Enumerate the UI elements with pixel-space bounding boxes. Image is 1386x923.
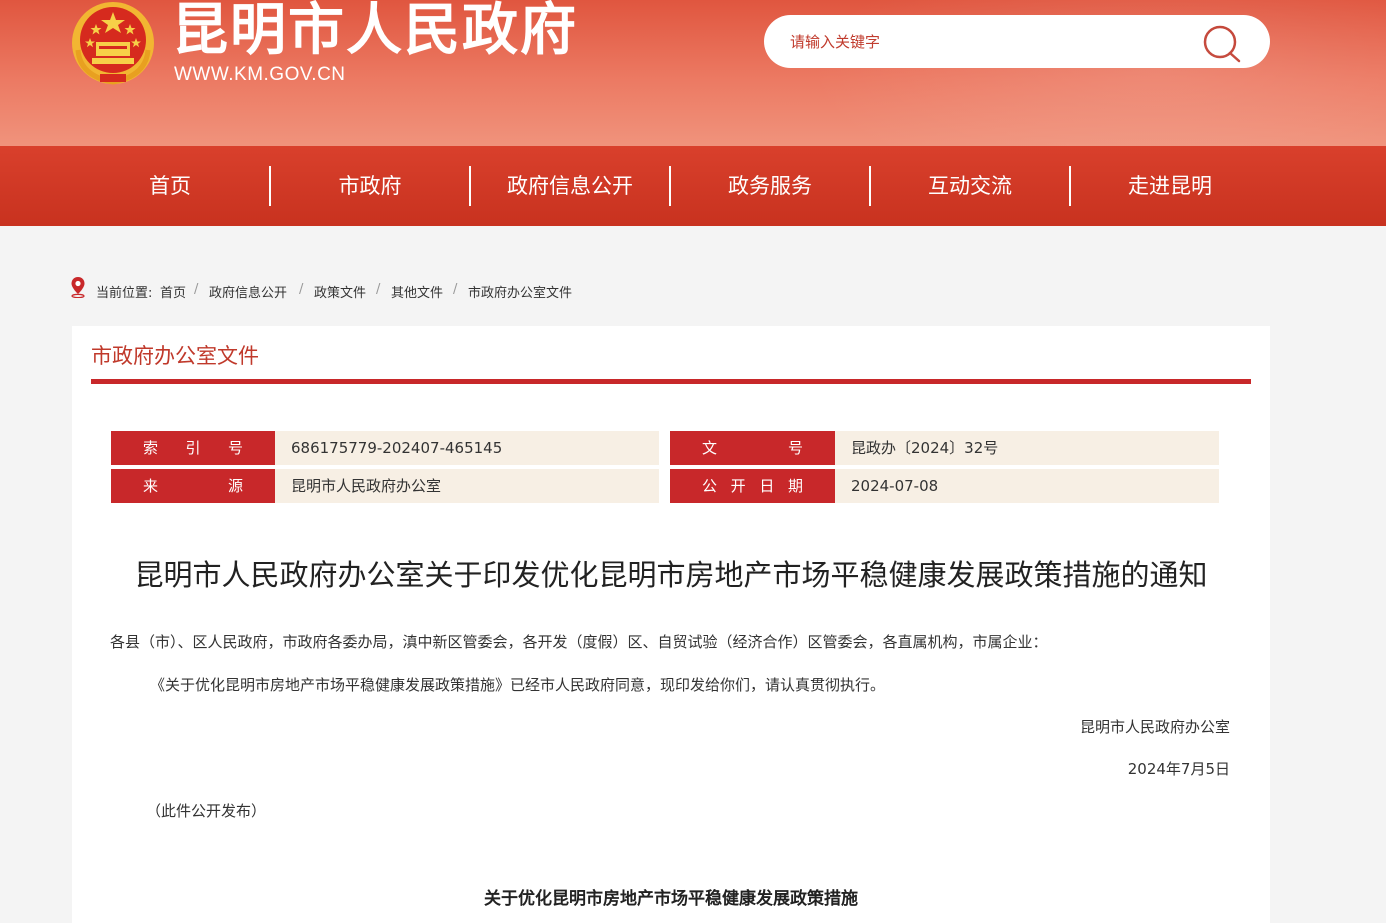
breadcrumb-item-office-documents[interactable]: 市政府办公室文件	[468, 282, 572, 301]
meta-label-publish-date: 公 开 日 期	[670, 469, 835, 503]
document-title: 昆明市人民政府办公室关于印发优化昆明市房地产市场平稳健康发展政策措施的通知	[134, 558, 1208, 592]
nav-item-info-disclosure[interactable]: 政府信息公开	[470, 146, 670, 226]
breadcrumb-label: 当前位置:	[96, 286, 153, 301]
breadcrumb-item-policy-documents[interactable]: 政策文件	[314, 282, 366, 301]
breadcrumb-separator: /	[376, 282, 381, 297]
breadcrumb-separator: /	[194, 282, 199, 297]
site-title[interactable]: 昆明市人民政府	[172, 0, 578, 64]
site-url[interactable]: WWW.KM.GOV.CN	[174, 64, 346, 86]
nav-item-interaction[interactable]: 互动交流	[870, 146, 1070, 226]
document-addressee: 各县（市）、区人民政府，市政府各委办局，滇中新区管委会，各开发（度假）区、自贸试…	[110, 633, 1048, 651]
search-input[interactable]	[790, 15, 1190, 68]
search-icon[interactable]	[1200, 23, 1244, 63]
document-date: 2024年7月5日	[1127, 760, 1230, 778]
location-pin-icon	[71, 277, 85, 298]
meta-value-source: 昆明市人民政府办公室	[275, 469, 659, 503]
document-signature: 昆明市人民政府办公室	[1079, 718, 1230, 736]
national-emblem-icon	[72, 2, 154, 85]
document-body: 《关于优化昆明市房地产市场平稳健康发展政策措施》已经市人民政府同意，现印发给你们…	[150, 676, 886, 694]
panel-divider	[91, 379, 1251, 384]
breadcrumb-item-info-disclosure[interactable]: 政府信息公开	[209, 282, 287, 301]
nav-item-home[interactable]: 首页	[70, 146, 270, 226]
breadcrumb: 当前位置: 首页 / 政府信息公开 / 政策文件 / 其他文件 / 市政府办公室…	[70, 276, 630, 301]
breadcrumb-separator: /	[299, 282, 304, 297]
meta-label-doc-number: 文 号	[670, 431, 835, 465]
breadcrumb-separator: /	[453, 282, 458, 297]
meta-value-index: 686175779-202407-465145	[275, 431, 659, 465]
meta-label-index: 索 引 号	[111, 431, 275, 465]
nav-item-about-kunming[interactable]: 走进昆明	[1070, 146, 1270, 226]
panel-title: 市政府办公室文件	[91, 344, 259, 368]
meta-label-source: 来 源	[111, 469, 275, 503]
meta-value-doc-number: 昆政办〔2024〕32号	[835, 431, 1219, 465]
nav-item-city-government[interactable]: 市政府	[270, 146, 470, 226]
search-box	[764, 15, 1270, 68]
meta-value-publish-date: 2024-07-08	[835, 469, 1219, 503]
attachment-title: 关于优化昆明市房地产市场平稳健康发展政策措施	[484, 889, 858, 909]
content-panel: 市政府办公室文件 索 引 号 686175779-202407-465145 文…	[72, 326, 1270, 923]
breadcrumb-item-home[interactable]: 首页	[160, 282, 186, 301]
site-header: 昆明市人民政府 WWW.KM.GOV.CN	[0, 0, 1386, 146]
main-nav: 首页 市政府 政府信息公开 政务服务 互动交流 走进昆明	[0, 146, 1386, 226]
breadcrumb-item-other-documents[interactable]: 其他文件	[391, 282, 443, 301]
document-note: （此件公开发布）	[146, 802, 267, 820]
nav-item-government-services[interactable]: 政务服务	[670, 146, 870, 226]
